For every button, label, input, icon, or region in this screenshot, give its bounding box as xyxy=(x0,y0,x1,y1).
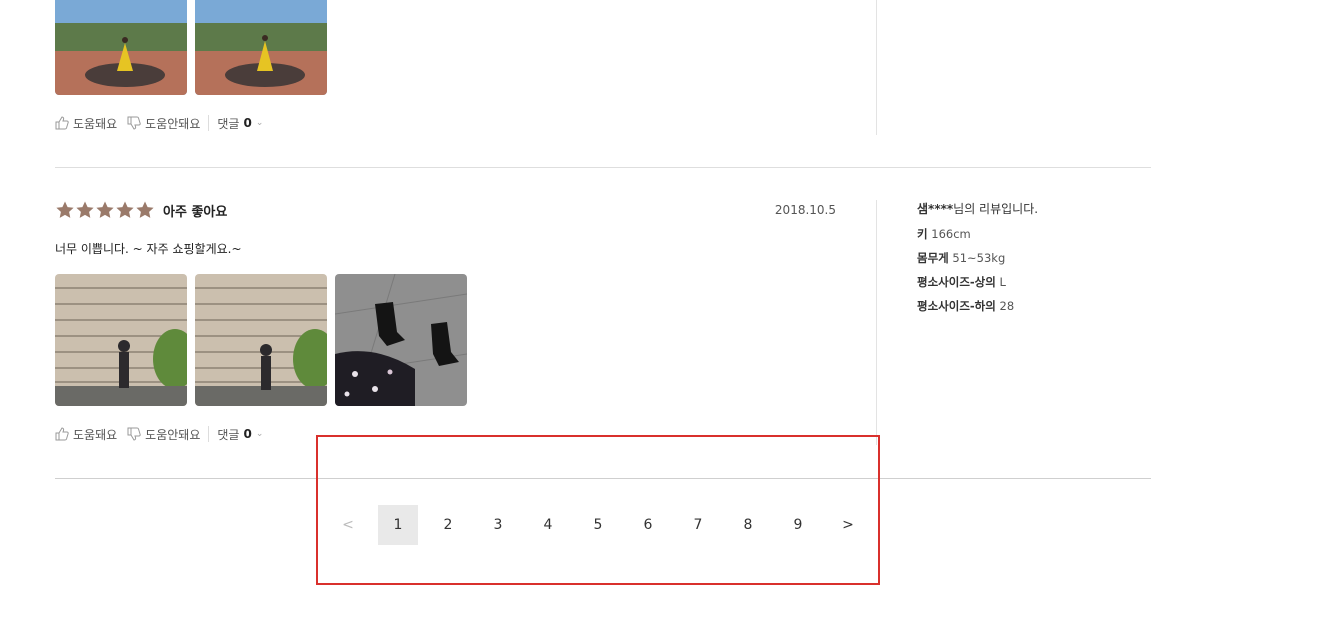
star-rating xyxy=(55,200,155,220)
page-button-3[interactable]: 3 xyxy=(478,505,518,545)
helpful-button[interactable]: 도움돼요 xyxy=(55,115,117,132)
review-photo[interactable] xyxy=(195,0,327,95)
page-button-8[interactable]: 8 xyxy=(728,505,768,545)
comment-label: 댓글 xyxy=(217,116,240,131)
attr-label: 몸무게 xyxy=(917,251,949,265)
reviewer-attribute: 평소사이즈-상의 L xyxy=(917,274,1038,290)
review-photo[interactable] xyxy=(195,274,327,406)
divider xyxy=(208,115,210,131)
attr-label: 평소사이즈-하의 xyxy=(917,299,996,313)
comment-count: 0 xyxy=(243,427,252,441)
column-divider xyxy=(876,200,877,445)
page-button-4[interactable]: 4 xyxy=(528,505,568,545)
column-divider xyxy=(876,0,877,135)
comment-toggle[interactable]: 댓글 0 ⌄ xyxy=(217,426,263,443)
thumbs-down-icon xyxy=(127,427,141,441)
reviewer-attribute: 평소사이즈-하의 28 xyxy=(917,298,1038,314)
page-button-7[interactable]: 7 xyxy=(678,505,718,545)
comment-count: 0 xyxy=(243,116,252,130)
attr-value: 28 xyxy=(999,299,1015,313)
page-button-6[interactable]: 6 xyxy=(628,505,668,545)
thumbs-up-icon xyxy=(55,116,69,130)
star-icon xyxy=(56,201,74,218)
chevron-down-icon: ⌄ xyxy=(255,118,264,128)
page-button-1[interactable]: 1 xyxy=(378,505,418,545)
reviewer-suffix: 님의 리뷰입니다. xyxy=(953,202,1039,216)
attr-value: 166cm xyxy=(931,227,971,241)
prev-page-button[interactable]: < xyxy=(328,505,368,545)
review-photo[interactable] xyxy=(55,0,187,95)
not-helpful-label: 도움안돼요 xyxy=(145,427,201,442)
reviewer-name: 샘**** xyxy=(917,202,954,216)
reviewer-attribute: 키 166cm xyxy=(917,226,1038,242)
not-helpful-button[interactable]: 도움안돼요 xyxy=(127,115,200,132)
rating-label: 아주 좋아요 xyxy=(163,205,228,220)
page-button-5[interactable]: 5 xyxy=(578,505,618,545)
helpful-row: 도움돼요 도움안돼요 댓글 0 ⌄ xyxy=(55,424,263,444)
not-helpful-button[interactable]: 도움안돼요 xyxy=(127,426,200,443)
chevron-down-icon: ⌄ xyxy=(255,429,264,439)
attr-label: 키 xyxy=(917,227,928,241)
helpful-row: 도움돼요 도움안돼요 댓글 0 ⌄ xyxy=(55,113,263,133)
helpful-button[interactable]: 도움돼요 xyxy=(55,426,117,443)
helpful-label: 도움돼요 xyxy=(73,116,118,131)
attr-label: 평소사이즈-상의 xyxy=(917,275,996,289)
reviewer-info: 샘****님의 리뷰입니다. 키 166cm 몸무게 51~53kg 평소사이즈… xyxy=(917,200,1038,314)
thumbs-up-icon xyxy=(55,427,69,441)
comment-label: 댓글 xyxy=(217,427,240,442)
divider xyxy=(208,426,210,442)
attr-value: L xyxy=(999,275,1006,289)
attr-value: 51~53kg xyxy=(952,251,1006,265)
not-helpful-label: 도움안돼요 xyxy=(145,116,201,131)
star-icon xyxy=(76,201,94,218)
star-icon xyxy=(116,201,134,218)
reviewer-heading: 샘****님의 리뷰입니다. xyxy=(917,200,1038,216)
star-icon xyxy=(96,201,114,218)
review-photo[interactable] xyxy=(335,274,467,406)
review-date: 2018.10.5 xyxy=(774,203,836,217)
page-button-9[interactable]: 9 xyxy=(778,505,818,545)
review-separator xyxy=(55,478,1151,479)
page-button-2[interactable]: 2 xyxy=(428,505,468,545)
pagination: < 1 2 3 4 5 6 7 8 9 > xyxy=(328,505,868,545)
star-icon xyxy=(136,201,154,218)
helpful-label: 도움돼요 xyxy=(73,427,118,442)
comment-toggle[interactable]: 댓글 0 ⌄ xyxy=(217,115,263,132)
review-text: 너무 이쁩니다. ~ 자주 쇼핑할게요.~ xyxy=(55,242,242,256)
review-photo[interactable] xyxy=(55,274,187,406)
review-separator xyxy=(55,167,1151,168)
next-page-button[interactable]: > xyxy=(828,505,868,545)
thumbs-down-icon xyxy=(127,116,141,130)
reviewer-attribute: 몸무게 51~53kg xyxy=(917,250,1038,266)
